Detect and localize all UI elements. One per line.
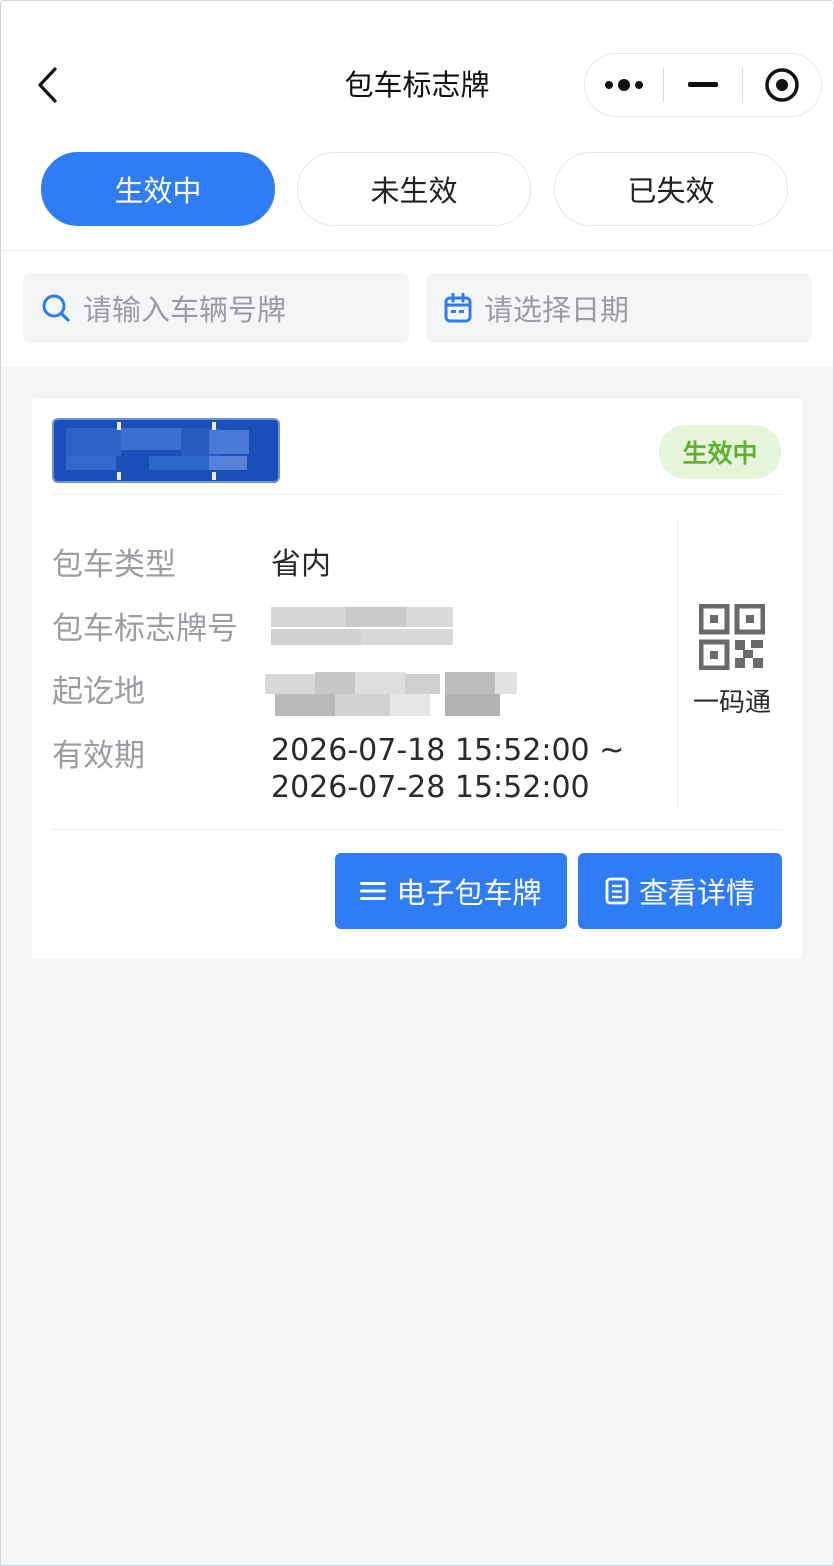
tab-pending[interactable]: 未生效 bbox=[297, 152, 531, 226]
validity-label: 有效期 bbox=[52, 738, 145, 774]
electronic-plate-button[interactable]: 电子包车牌 bbox=[335, 853, 567, 929]
menu-lines-icon bbox=[360, 881, 387, 901]
electronic-plate-label: 电子包车牌 bbox=[396, 876, 542, 910]
vertical-divider bbox=[677, 519, 678, 807]
date-picker-input[interactable]: 请选择日期 bbox=[426, 273, 812, 343]
minimize-button[interactable] bbox=[664, 54, 742, 116]
status-badge: 生效中 bbox=[659, 425, 781, 479]
plate-search-input[interactable]: 请输入车辆号牌 bbox=[23, 273, 409, 343]
date-picker-placeholder: 请选择日期 bbox=[484, 293, 630, 327]
plate-search-placeholder: 请输入车辆号牌 bbox=[83, 293, 287, 327]
divider bbox=[52, 829, 782, 830]
validity-end: 2026-07-28 15:52:00 bbox=[271, 770, 590, 805]
nav-bar: 包车标志牌 bbox=[1, 1, 833, 139]
charter-type-label: 包车类型 bbox=[52, 547, 176, 583]
more-dots-icon bbox=[605, 79, 643, 91]
qr-code-icon bbox=[699, 604, 765, 670]
search-icon bbox=[42, 294, 70, 322]
target-circle-icon bbox=[765, 68, 799, 102]
close-button[interactable] bbox=[743, 54, 821, 116]
validity-start: 2026-07-18 15:52:00 ~ bbox=[271, 733, 625, 768]
divider bbox=[52, 494, 782, 495]
tab-expired[interactable]: 已失效 bbox=[554, 152, 788, 226]
filter-bar: 请输入车辆号牌 请选择日期 bbox=[1, 251, 833, 367]
route-label: 起讫地 bbox=[52, 674, 145, 710]
status-tabs: 生效中 未生效 已失效 bbox=[1, 139, 833, 251]
one-code-label: 一码通 bbox=[692, 688, 771, 718]
minus-icon bbox=[688, 82, 718, 87]
tab-active[interactable]: 生效中 bbox=[41, 152, 275, 226]
license-plate-redacted bbox=[52, 418, 280, 483]
mini-program-capsule bbox=[584, 53, 822, 117]
more-button[interactable] bbox=[585, 54, 663, 116]
one-code-button[interactable]: 一码通 bbox=[682, 604, 782, 734]
view-details-button[interactable]: 查看详情 bbox=[578, 853, 782, 929]
permit-number-redacted bbox=[271, 607, 453, 647]
document-icon bbox=[605, 877, 629, 905]
route-redacted bbox=[265, 670, 517, 720]
calendar-icon bbox=[444, 293, 472, 323]
charter-type-value: 省内 bbox=[271, 547, 331, 582]
permit-card: 生效中 包车类型 省内 包车标志牌号 起讫地 有效期 2026-07-18 15… bbox=[32, 399, 802, 959]
permit-number-label: 包车标志牌号 bbox=[52, 611, 238, 647]
page: 包车标志牌 生效中 未生效 已失效 请输入车辆号牌 请选择日期 生效中 包车类型… bbox=[0, 0, 834, 1566]
view-details-label: 查看详情 bbox=[638, 876, 755, 910]
